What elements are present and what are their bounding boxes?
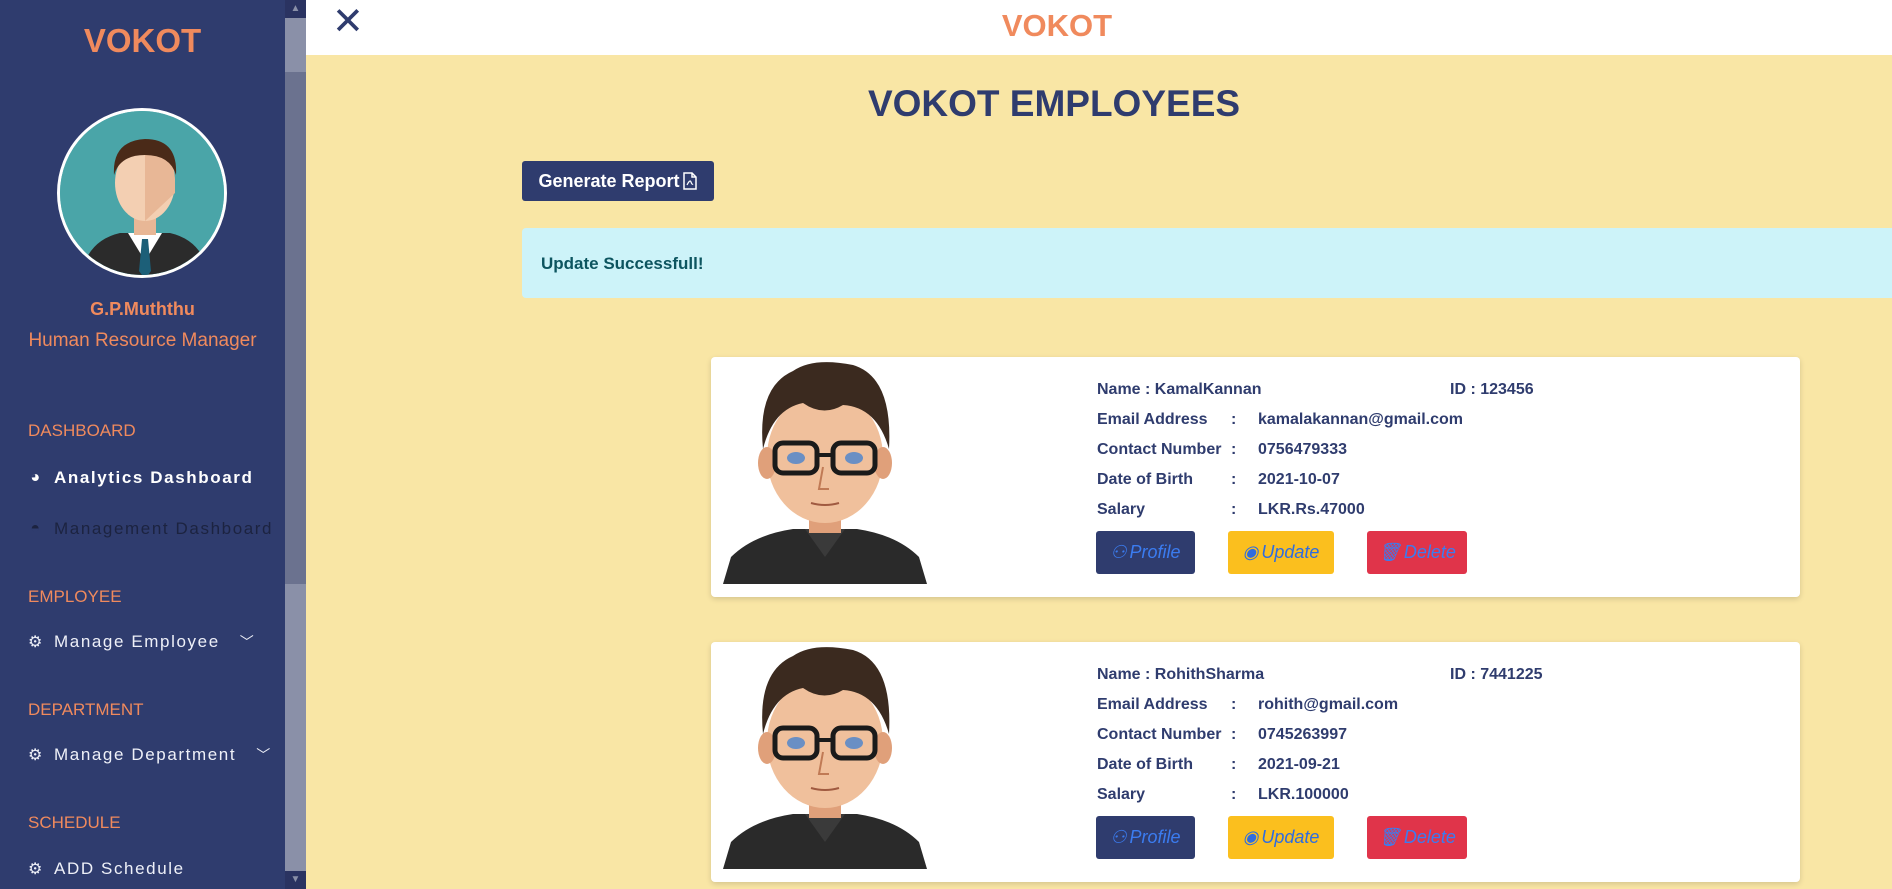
section-employee: EMPLOYEE [28, 587, 122, 606]
salary-label: Salary [1097, 501, 1146, 518]
success-alert: Update Successfull! [522, 228, 1892, 298]
colon: : [1231, 471, 1237, 488]
salary-label: Salary [1097, 786, 1146, 803]
nav-add-schedule[interactable]: ⚙ ADD Schedule [28, 859, 185, 879]
profile-button[interactable]: ⚇ Profile [1096, 531, 1195, 574]
section-dashboard: DASHBOARD [28, 421, 136, 440]
trash-icon: 🗑 [1378, 542, 1401, 562]
pie-chart-icon: ◕ [30, 469, 42, 486]
binoculars-icon: ⚇ [1110, 542, 1127, 562]
nav-label: Management Dashboard [54, 519, 274, 538]
employee-avatar [723, 362, 927, 584]
trash-icon: 🗑 [1378, 827, 1401, 847]
binoculars-icon: ⚇ [1110, 827, 1127, 847]
employee-id: ID : 7441225 [1450, 666, 1543, 683]
gear-icon: ⚙ [28, 861, 44, 878]
gear-icon: ⚙ [28, 634, 44, 651]
update-button[interactable]: ◉ Update [1228, 816, 1334, 859]
colon: : [1231, 756, 1237, 773]
colon: : [1231, 726, 1237, 743]
contact-label: Contact Number [1097, 726, 1222, 743]
nav-analytics-dashboard[interactable]: ◕ Analytics Dashboard [28, 468, 254, 488]
employee-id: ID : 123456 [1450, 381, 1534, 398]
user-role: Human Resource Manager [28, 330, 257, 351]
user-avatar [57, 108, 227, 278]
gear-icon: ⚙ [28, 747, 44, 764]
colon: : [1231, 786, 1237, 803]
generate-report-button[interactable]: Generate Report [522, 161, 714, 201]
employee-card: Name : RohithSharma ID : 7441225 Email A… [711, 642, 1800, 882]
employee-dob: 2021-09-21 [1258, 756, 1340, 773]
employee-email: kamalakannan@gmail.com [1258, 411, 1464, 428]
employee-contact: 0756479333 [1258, 441, 1347, 458]
colon: : [1231, 441, 1237, 458]
scroll-down-arrow[interactable]: ▼ [285, 871, 306, 889]
colon: : [1231, 696, 1237, 713]
nav-label: Manage Department [54, 745, 237, 764]
colon: : [1231, 501, 1237, 518]
email-label: Email Address [1097, 696, 1208, 713]
employee-dob: 2021-10-07 [1258, 471, 1340, 488]
user-name: G.P.Muththu [90, 299, 195, 319]
employee-salary: LKR.100000 [1258, 786, 1349, 803]
dob-label: Date of Birth [1097, 471, 1193, 488]
delete-button[interactable]: 🗑 Delete [1367, 816, 1467, 859]
scroll-thumb[interactable] [285, 72, 306, 584]
button-label: Delete [1403, 542, 1456, 562]
top-bar-title: VOKOT [1001, 8, 1113, 43]
nav-manage-employee[interactable]: ⚙ Manage Employee ﹀ [28, 632, 255, 652]
nav-management-dashboard[interactable]: ◓ Management Dashboard [28, 519, 273, 539]
button-label: Delete [1403, 827, 1456, 847]
contact-label: Contact Number [1097, 441, 1222, 458]
page-title: VOKOT EMPLOYEES [867, 83, 1241, 124]
nav-label: Analytics Dashboard [54, 468, 254, 487]
alert-message: Update Successfull! [541, 254, 704, 273]
employee-salary: LKR.Rs.47000 [1258, 501, 1365, 518]
employee-name: Name : RohithSharma [1097, 666, 1265, 683]
employee-email: rohith@gmail.com [1258, 696, 1399, 713]
employee-card: Name : KamalKannan ID : 123456 Email Add… [711, 357, 1800, 597]
email-label: Email Address [1097, 411, 1208, 428]
nav-label: Manage Employee [54, 632, 220, 651]
button-label: Profile [1129, 827, 1181, 847]
chevron-down-icon: ﹀ [239, 634, 256, 650]
employee-name: Name : KamalKannan [1097, 381, 1262, 398]
eye-icon: ◉ [1242, 827, 1259, 847]
sidebar: VOKOT G.P.Muththu Human Resource Manager… [0, 0, 285, 889]
section-department: DEPARTMENT [28, 700, 144, 719]
employee-contact: 0745263997 [1258, 726, 1347, 743]
eye-icon: ◉ [1242, 542, 1259, 562]
pdf-file-icon [682, 172, 697, 190]
update-button[interactable]: ◉ Update [1228, 531, 1334, 574]
dashboard-icon: ◓ [30, 520, 42, 537]
chevron-down-icon: ﹀ [256, 747, 272, 763]
section-schedule: SCHEDULE [28, 813, 121, 832]
sidebar-scrollbar[interactable]: ▲ ▼ [285, 0, 306, 889]
button-label: Profile [1129, 542, 1181, 562]
colon: : [1231, 411, 1237, 428]
button-label: Generate Report [538, 170, 680, 191]
nav-label: ADD Schedule [54, 859, 185, 878]
delete-button[interactable]: 🗑 Delete [1367, 531, 1467, 574]
nav-manage-department[interactable]: ⚙ Manage Department ﹀ [28, 745, 272, 765]
employee-avatar [723, 647, 927, 869]
profile-button[interactable]: ⚇ Profile [1096, 816, 1195, 859]
button-label: Update [1261, 542, 1320, 562]
button-label: Update [1261, 827, 1320, 847]
dob-label: Date of Birth [1097, 756, 1193, 773]
